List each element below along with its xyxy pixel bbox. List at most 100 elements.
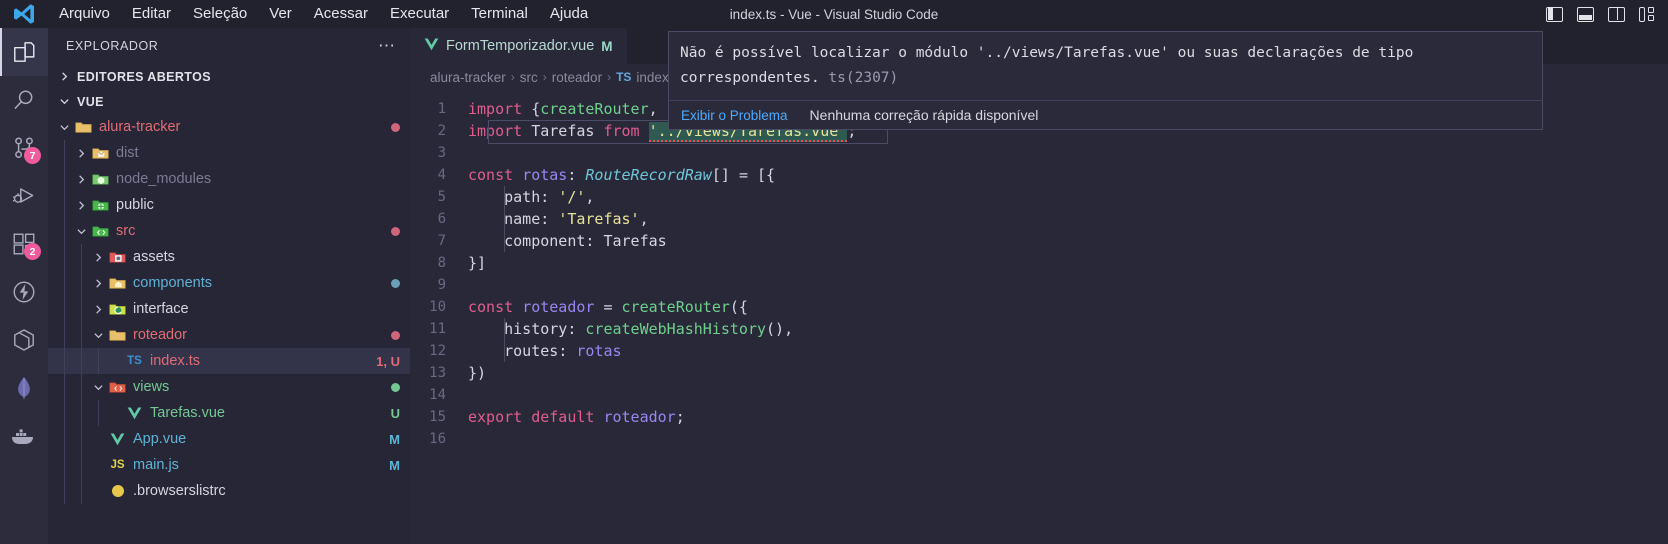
debug-icon (11, 183, 37, 209)
menu-executar[interactable]: Executar (379, 0, 460, 28)
file-tree: alura-tracker dist node_modules public src as… (48, 114, 410, 504)
line-text[interactable]: const rotas: RouteRecordRaw[] = [{ (468, 164, 775, 186)
tree-item-dist[interactable]: dist (48, 140, 410, 166)
code-line: 5 path: '/', (410, 186, 1668, 208)
indent-guide (64, 218, 65, 244)
line-number: 7 (437, 233, 446, 249)
tree-item-node-modules[interactable]: node_modules (48, 166, 410, 192)
activitybar-item-run-and-debug[interactable] (0, 172, 48, 220)
tree-item-label: assets (133, 249, 175, 265)
tree-item-main-js[interactable]: JS main.js M (48, 452, 410, 478)
indent-guide (64, 166, 65, 192)
whale-icon (11, 427, 37, 445)
tree-item--browserslistrc[interactable]: .browserslistrc (48, 478, 410, 504)
explorer-more-actions-icon[interactable]: ⋯ (378, 37, 396, 54)
tree-item-label: roteador (133, 327, 188, 343)
chevron-down-icon (73, 226, 90, 237)
folder-assets-icon (107, 250, 128, 264)
line-text[interactable]: history: createWebHashHistory(), (468, 318, 793, 340)
tree-item-roteador[interactable]: roteador (48, 322, 410, 348)
line-text[interactable]: const roteador = createRouter({ (468, 296, 748, 318)
toggle-primary-sidebar-icon[interactable] (1546, 6, 1563, 22)
tree-item-app-vue[interactable]: App.vue M (48, 426, 410, 452)
activitybar-item-search[interactable] (0, 76, 48, 124)
breadcrumb-roteador[interactable]: roteador (552, 70, 602, 85)
code-line: 16 (410, 428, 1668, 450)
tree-item-label: dist (116, 145, 139, 161)
indent-guide (81, 374, 82, 400)
line-text[interactable]: export default roteador; (468, 406, 685, 428)
tree-item-label: alura-tracker (99, 119, 181, 135)
line-text[interactable]: }] (468, 252, 486, 274)
source-control-badge: 7 (24, 147, 41, 164)
tree-item-views[interactable]: views (48, 374, 410, 400)
activitybar-item-docker[interactable] (0, 412, 48, 460)
tree-item-tarefas-vue[interactable]: Tarefas.vue U (48, 400, 410, 426)
line-number: 10 (429, 299, 446, 315)
show-problem-link[interactable]: Exibir o Problema (681, 108, 788, 123)
hover-message-body: Não é possível localizar o módulo '../vi… (669, 32, 1542, 100)
activitybar-item-explorer[interactable] (0, 28, 48, 76)
explorer-title: EXPLORADOR (66, 39, 159, 53)
tree-item-components[interactable]: components (48, 270, 410, 296)
line-number: 13 (429, 365, 446, 381)
menu-editar[interactable]: Editar (121, 0, 182, 28)
activitybar-item-mongodb[interactable] (0, 364, 48, 412)
breadcrumb-src[interactable]: src (520, 70, 538, 85)
indent-guide (81, 426, 82, 452)
menu-arquivo[interactable]: Arquivo (48, 0, 121, 28)
menu-selecao[interactable]: Seleção (182, 0, 258, 28)
javascript-icon: JS (110, 459, 125, 471)
tree-item-label: App.vue (133, 431, 187, 447)
indent-guide (64, 322, 65, 348)
indent-guide (81, 452, 82, 478)
tab-formtemporizador-vue[interactable]: FormTemporizador.vue M (410, 28, 627, 64)
folder-root-icon (73, 120, 94, 134)
indent-guide (64, 478, 65, 504)
indent-guide (64, 244, 65, 270)
no-quickfix-note: Nenhuma correção rápida disponível (809, 107, 1039, 123)
activitybar-item-source-control[interactable]: 7 (0, 124, 48, 172)
line-number: 6 (437, 211, 446, 227)
tree-item-assets[interactable]: assets (48, 244, 410, 270)
line-number: 12 (429, 343, 446, 359)
code-line: 6 name: 'Tarefas', (410, 208, 1668, 230)
tree-item-alura-tracker[interactable]: alura-tracker (48, 114, 410, 140)
activitybar-item-remote-explorer[interactable] (0, 316, 48, 364)
tree-item-index-ts[interactable]: TS index.ts 1, U (48, 348, 410, 374)
line-text[interactable]: routes: rotas (468, 340, 621, 362)
menu-terminal[interactable]: Terminal (460, 0, 539, 28)
code-line: 8}] (410, 252, 1668, 274)
menu-acessar[interactable]: Acessar (303, 0, 379, 28)
code-line: 4 const rotas: RouteRecordRaw[] = [{ (410, 164, 1668, 186)
activity-bar: 7 2 (0, 28, 48, 544)
line-text[interactable]: }) (468, 362, 486, 384)
activitybar-item-thunder-client[interactable] (0, 268, 48, 316)
indent-guide (81, 244, 82, 270)
chevron-right-icon (90, 304, 107, 315)
customize-layout-icon[interactable] (1639, 6, 1654, 22)
toggle-secondary-sidebar-icon[interactable] (1608, 6, 1625, 22)
toggle-panel-icon[interactable] (1577, 6, 1594, 22)
hover-message: Não é possível localizar o módulo '../vi… (680, 45, 1414, 86)
chevron-right-icon: › (607, 70, 612, 84)
section-open-editors[interactable]: EDITORES ABERTOS (48, 64, 410, 89)
tree-item-src[interactable]: src (48, 218, 410, 244)
code-editor[interactable]: 1import {createRouter, createWebHashHist… (410, 90, 1668, 544)
line-text[interactable]: component: Tarefas (468, 230, 667, 252)
line-text[interactable]: path: '/', (468, 186, 594, 208)
search-icon (11, 87, 37, 113)
activitybar-item-extensions[interactable]: 2 (0, 220, 48, 268)
menu-ver[interactable]: Ver (258, 0, 303, 28)
indent-guide (98, 348, 99, 374)
tree-item-label: Tarefas.vue (150, 405, 225, 421)
section-vue[interactable]: VUE (48, 89, 410, 114)
menu-ajuda[interactable]: Ajuda (539, 0, 599, 28)
hover-footer: Exibir o Problema Nenhuma correção rápid… (669, 100, 1542, 129)
tree-item-interface[interactable]: interface (48, 296, 410, 322)
indent-guide (64, 192, 65, 218)
tree-item-public[interactable]: public (48, 192, 410, 218)
tree-item-label: interface (133, 301, 189, 317)
line-text[interactable]: name: 'Tarefas', (468, 208, 649, 230)
breadcrumb-alura-tracker[interactable]: alura-tracker (430, 70, 506, 85)
